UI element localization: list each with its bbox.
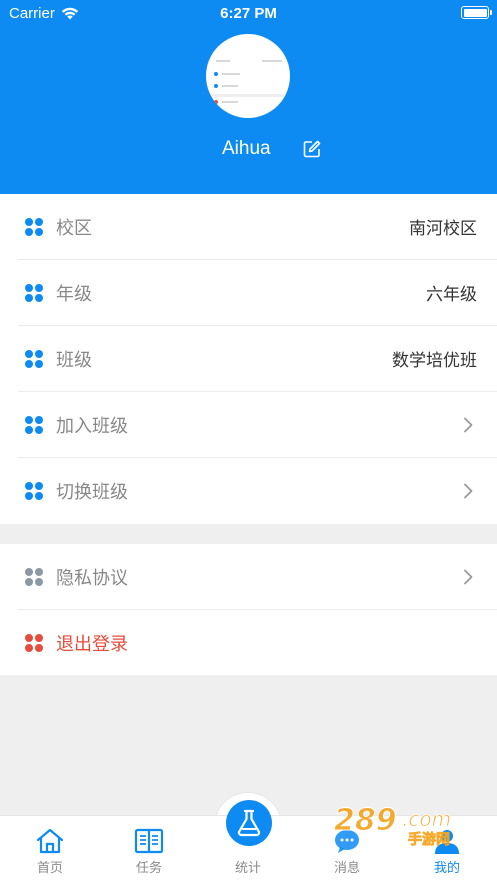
tab-mine-label: 我的: [433, 861, 460, 876]
logout-row[interactable]: 退出登录: [18, 610, 497, 676]
tab-messages-label: 消息: [333, 861, 360, 876]
tab-stats[interactable]: [226, 800, 272, 846]
join-class-label: 加入班级: [56, 415, 128, 437]
tab-tasks[interactable]: 任务: [119, 816, 179, 883]
logout-label: 退出登录: [56, 634, 128, 655]
chevron-right-icon: [464, 569, 473, 584]
tab-home[interactable]: 首页: [20, 816, 80, 883]
chevron-right-icon: [464, 483, 473, 499]
battery-icon: [461, 6, 492, 19]
svg-text:.com: .com: [402, 807, 451, 831]
book-icon: [134, 828, 164, 854]
svg-text:289: 289: [334, 803, 397, 838]
grid-icon: [25, 567, 43, 586]
class-label: 班级: [56, 349, 92, 371]
campus-row: 校区 南河校区: [18, 194, 497, 260]
grade-value: 六年级: [426, 285, 477, 305]
switch-class-row[interactable]: 切换班级: [18, 458, 497, 524]
tab-tasks-label: 任务: [135, 861, 162, 876]
class-row: 班级 数学培优班: [18, 326, 497, 392]
campus-value: 南河校区: [409, 219, 477, 239]
profile-header: Carrier 6:27 PM Aihua: [0, 0, 497, 194]
username: Aihua: [222, 138, 271, 159]
class-value: 数学培优班: [392, 351, 477, 371]
home-icon: [36, 828, 64, 854]
privacy-label: 隐私协议: [56, 567, 128, 589]
grid-icon: [25, 415, 43, 434]
flask-icon: [237, 809, 261, 837]
grid-icon: [25, 217, 43, 236]
switch-class-label: 切换班级: [56, 482, 128, 503]
grid-icon: [25, 634, 43, 652]
grade-label: 年级: [56, 283, 92, 305]
tab-stats-label: 统计: [234, 861, 261, 876]
profile-info-card: 校区 南河校区 年级 六年级 班级 数学培优班 加入班级 切换班级: [0, 194, 497, 524]
tab-home-label: 首页: [36, 861, 63, 876]
grid-icon: [25, 482, 43, 500]
privacy-row[interactable]: 隐私协议: [18, 544, 497, 610]
chevron-right-icon: [464, 417, 473, 432]
watermark-logo: 289 .com 手游网: [334, 803, 452, 849]
campus-label: 校区: [56, 217, 92, 239]
status-time: 6:27 PM: [220, 5, 277, 22]
join-class-row[interactable]: 加入班级: [18, 392, 497, 458]
grid-icon: [25, 283, 43, 302]
grid-icon: [25, 349, 43, 368]
svg-text:手游网: 手游网: [408, 831, 450, 848]
settings-card: 隐私协议 退出登录: [0, 544, 497, 675]
avatar[interactable]: [206, 34, 290, 118]
edit-icon[interactable]: [303, 140, 321, 158]
grade-row: 年级 六年级: [18, 260, 497, 326]
status-bar: Carrier 6:27 PM: [0, 0, 497, 26]
